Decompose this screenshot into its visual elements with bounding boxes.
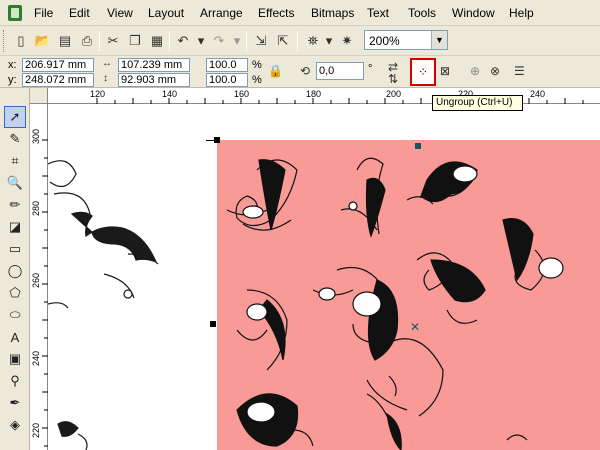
text-wrap-icon[interactable]: ☰ [514,64,525,78]
save-icon[interactable]: ▤ [54,30,76,52]
ungroup-button[interactable]: ⁘ [410,58,436,86]
print-icon[interactable]: ⎙ [76,30,98,52]
rotate-icon: ⟲ [300,64,311,78]
ruler-label: 260 [31,272,41,288]
y-position-field[interactable]: 248.072 mm [22,73,94,87]
height-field[interactable]: 92.903 mm [118,73,190,87]
toolbox: ➚ ✎ ⌗ 🔍 ✏ ◪ ▭ ◯ ⬠ ⬭ A ▣ ⚲ ✒ ◈ [0,88,30,450]
separator [169,31,170,51]
ruler-label: 220 [31,422,41,438]
menu-view[interactable]: View [107,6,133,20]
height-icon: ↕ [103,73,108,84]
pink-page-rectangle[interactable]: ✕ [217,140,600,450]
menu-file[interactable]: File [34,6,53,20]
degree-label: ° [368,63,373,75]
vertical-ruler[interactable]: 300 280 260 240 220 [30,104,48,450]
outline-tool-icon[interactable]: ✒ [4,392,26,414]
ruler-label: 200 [386,89,402,99]
ruler-label: 160 [234,89,250,99]
ellipse-tool-icon[interactable]: ◯ [4,260,26,282]
freehand-tool-icon[interactable]: ✏ [4,194,26,216]
selection-handle[interactable] [415,143,421,149]
ruler-label: 140 [162,89,178,99]
rotation-field[interactable]: 0,0 [316,62,364,80]
ornament-artwork[interactable] [217,140,600,450]
zoom-tool-icon[interactable]: 🔍 [4,172,26,194]
cut-icon[interactable]: ✂ [102,30,124,52]
shape-tool-icon[interactable]: ✎ [4,128,26,150]
ruler-corner[interactable] [30,88,48,104]
drawing-canvas[interactable]: ✕ [48,104,600,450]
property-bar: x: 206.917 mm y: 248.072 mm ↔ 107.239 mm… [0,56,600,88]
basic-shapes-tool-icon[interactable]: ⬭ [4,304,26,326]
eyedropper-tool-icon[interactable]: ⚲ [4,370,26,392]
ruler-label: 120 [90,89,106,99]
app-icon[interactable] [8,5,22,21]
rectangle-tool-icon[interactable]: ▭ [4,238,26,260]
ruler-label: 240 [530,89,546,99]
ungroup-tooltip: Ungroup (Ctrl+U) [432,95,523,111]
open-icon[interactable]: 📂 [32,30,54,52]
menu-layout[interactable]: Layout [148,6,184,20]
ungroup-icon: ⁘ [417,65,429,79]
separator [246,31,247,51]
separator [297,31,298,51]
zoom-level-select[interactable]: 200% ▼ [364,30,448,50]
width-field[interactable]: 107.239 mm [118,58,190,72]
center-marker-icon[interactable]: ✕ [410,320,420,334]
ungroup-all-icon[interactable]: ⊠ [440,64,450,78]
crop-tool-icon[interactable]: ⌗ [4,150,26,172]
menu-arrange[interactable]: Arrange [200,6,243,20]
menu-text[interactable]: Text [367,6,389,20]
break-apart-icon[interactable]: ⊗ [490,64,500,78]
standard-toolbar: ▯ 📂 ▤ ⎙ ✂ ❐ ▦ ↶ ▾ ↷ ▾ ⇲ ⇱ ⛯ ▾ ✷ [0,26,600,56]
y-label: y: [8,74,17,86]
selection-line [206,140,218,141]
scale-x-field[interactable]: 100.0 [206,58,248,72]
width-icon: ↔ [102,58,112,69]
menu-bar: File Edit View Layout Arrange Effects Bi… [0,0,600,26]
menu-bitmaps[interactable]: Bitmaps [311,6,354,20]
corel-online-icon[interactable]: ✷ [336,30,358,52]
text-tool-icon[interactable]: A [4,326,26,348]
export-icon[interactable]: ⇱ [272,30,294,52]
copy-icon[interactable]: ❐ [124,30,146,52]
mirror-vertical-icon[interactable]: ⇅ [388,72,398,86]
chevron-down-icon[interactable]: ▼ [431,31,447,49]
ruler-label: 280 [31,200,41,216]
ruler-label: 240 [31,350,41,366]
import-icon[interactable]: ⇲ [250,30,272,52]
ornament-artwork[interactable] [48,104,218,450]
separator [99,31,100,51]
new-icon[interactable]: ▯ [10,30,32,52]
menu-window[interactable]: Window [452,6,495,20]
scale-y-field[interactable]: 100.0 [206,73,248,87]
percent-label: % [252,59,262,71]
interactive-blend-tool-icon[interactable]: ▣ [4,348,26,370]
ruler-label: 180 [306,89,322,99]
redo-dropdown-icon[interactable]: ▾ [226,30,248,52]
menu-effects[interactable]: Effects [258,6,294,20]
ruler-label: 300 [31,128,41,144]
paste-icon[interactable]: ▦ [146,30,168,52]
menu-tools[interactable]: Tools [408,6,436,20]
menu-help[interactable]: Help [509,6,534,20]
x-label: x: [8,59,17,71]
pick-tool-icon[interactable]: ➚ [4,106,26,128]
x-position-field[interactable]: 206.917 mm [22,58,94,72]
fill-tool-icon[interactable]: ◈ [4,414,26,436]
polygon-tool-icon[interactable]: ⬠ [4,282,26,304]
smart-fill-tool-icon[interactable]: ◪ [4,216,26,238]
percent-label: % [252,74,262,86]
selection-handle[interactable] [210,321,216,327]
zoom-level-value: 200% [369,34,400,48]
toolbar-grip[interactable] [3,30,6,52]
menu-edit[interactable]: Edit [69,6,90,20]
lock-ratio-icon[interactable]: 🔒 [268,64,283,78]
combine-icon[interactable]: ⊕ [470,64,480,78]
